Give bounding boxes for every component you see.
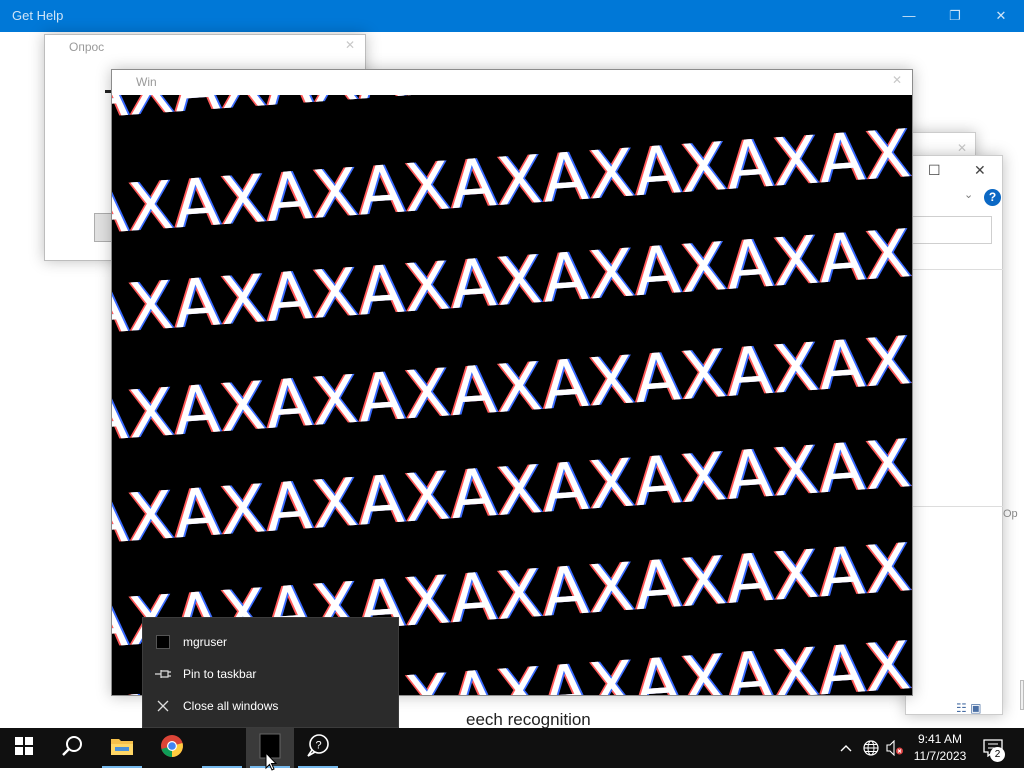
jump-list-item-pin[interactable]: Pin to taskbar xyxy=(143,658,399,690)
right-input-field[interactable] xyxy=(912,216,992,244)
axa-canvas: AXAXAXAXAXAXAXAXAXAXAXAXAXAX AXAXAXAXAXA… xyxy=(112,95,912,695)
view-toggle-icons[interactable]: ☷ ▣ xyxy=(956,701,981,715)
right-dialog-window: ☐ ✕ ⌄ ? ☷ ▣ xyxy=(905,155,1003,715)
scrollbar[interactable] xyxy=(1020,680,1024,710)
taskbar-empty-slot[interactable] xyxy=(198,728,246,768)
pin-icon xyxy=(143,668,183,680)
main-window-title: Win xyxy=(136,75,157,89)
app-square-icon xyxy=(143,635,183,649)
get-help-title: Get Help xyxy=(12,8,64,23)
chevron-down-icon[interactable]: ⌄ xyxy=(964,188,973,201)
maximize-button[interactable]: ❐ xyxy=(946,7,964,25)
help-icon[interactable]: ? xyxy=(984,189,1001,206)
network-globe-icon[interactable] xyxy=(860,728,882,768)
jump-list-item-close-all[interactable]: Close all windows xyxy=(143,690,399,722)
feedback-hub-button[interactable]: ? xyxy=(294,728,342,768)
poll-window-title: Опрос xyxy=(69,40,105,54)
jump-list-label: Close all windows xyxy=(183,699,279,713)
right-close-button[interactable]: ✕ xyxy=(974,162,986,179)
taskbar: ? 9:41 AM 11/7/2023 xyxy=(0,728,1024,768)
notification-count-badge: 2 xyxy=(990,747,1005,762)
folder-icon xyxy=(110,736,134,761)
close-icon xyxy=(143,700,183,712)
windows-logo-icon xyxy=(15,736,33,760)
file-explorer-button[interactable] xyxy=(98,728,146,768)
poll-close-button[interactable]: ✕ xyxy=(345,38,355,52)
get-help-titlebar: Get Help — ❐ ✕ xyxy=(0,0,1024,32)
search-icon xyxy=(61,735,83,762)
minimize-button[interactable]: — xyxy=(900,7,918,25)
svg-text:?: ? xyxy=(316,739,322,751)
clock[interactable]: 9:41 AM 11/7/2023 xyxy=(906,731,974,765)
mouse-cursor-icon xyxy=(265,751,278,776)
main-window: Win ✕ AXAXAXAXAXAXAXAXAXAXAXAXAXAX AXAXA… xyxy=(111,69,913,696)
jump-list-label: mgruser xyxy=(183,635,228,649)
feedback-icon: ? xyxy=(305,733,331,763)
search-button[interactable] xyxy=(48,728,96,768)
clock-date: 11/7/2023 xyxy=(913,749,967,763)
chrome-button[interactable] xyxy=(148,728,196,768)
main-close-button[interactable]: ✕ xyxy=(892,73,902,87)
divider xyxy=(906,269,1003,270)
jump-list-item-mgruser[interactable]: mgruser xyxy=(143,626,399,658)
jump-list-menu: mgruser Pin to taskbar Close all windows xyxy=(142,617,399,728)
start-button[interactable] xyxy=(0,728,48,768)
close-button[interactable]: ✕ xyxy=(992,7,1010,25)
jump-list-label: Pin to taskbar xyxy=(183,667,257,681)
volume-muted-icon[interactable] xyxy=(884,728,906,768)
edge-label: Op xyxy=(1003,508,1018,520)
clock-time: 9:41 AM xyxy=(917,732,963,746)
chrome-icon xyxy=(160,734,184,763)
divider xyxy=(906,506,1003,507)
right-maximize-button[interactable]: ☐ xyxy=(928,162,941,179)
speech-recognition-text: eech recognition xyxy=(466,710,591,729)
show-hidden-icons-chevron[interactable] xyxy=(836,728,856,768)
background-close-button[interactable]: ✕ xyxy=(957,141,967,155)
